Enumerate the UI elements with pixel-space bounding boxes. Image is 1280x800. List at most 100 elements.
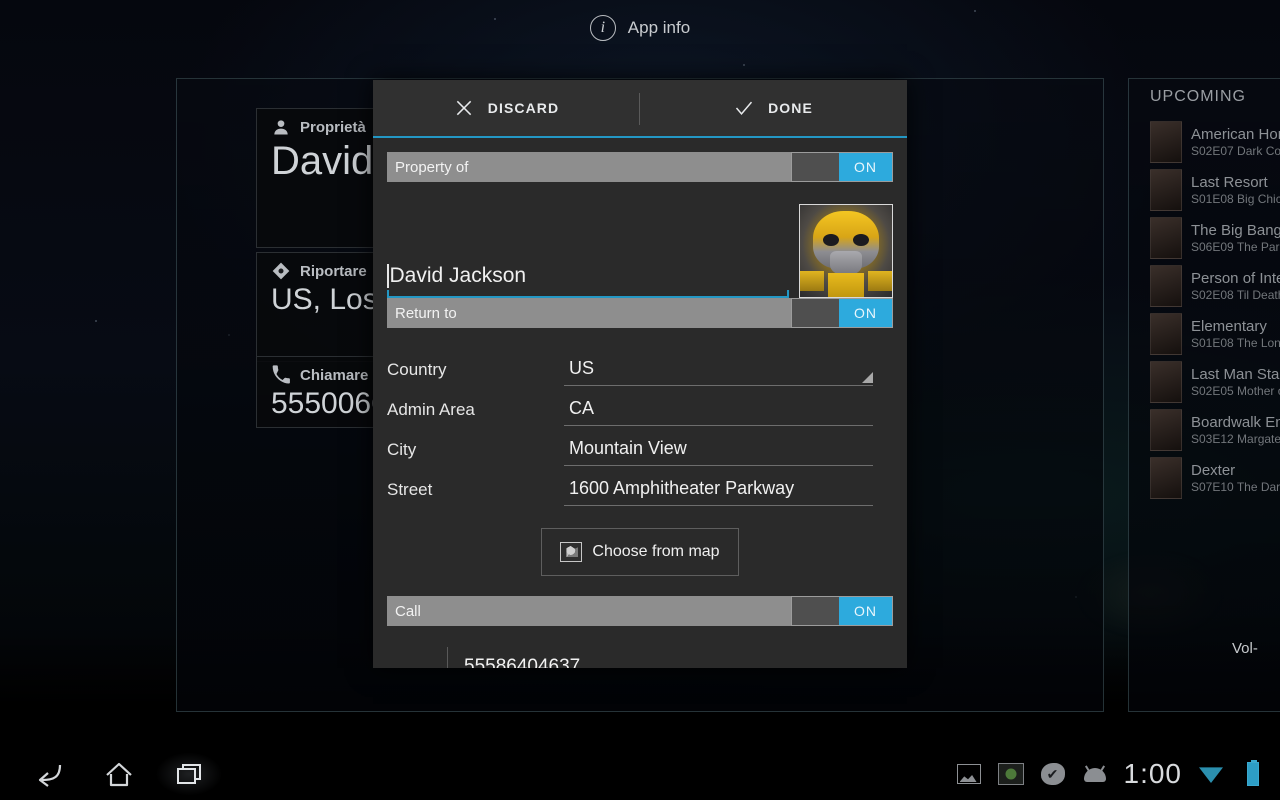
return-to-toggle[interactable]: ON <box>791 298 893 328</box>
person-icon <box>274 120 288 135</box>
system-navigation-bar: ✔ 1:00 <box>0 748 1280 800</box>
toggle-track-off <box>792 597 839 625</box>
phone-input-value: 55586404637 <box>464 656 581 668</box>
admin-area-value: CA <box>569 398 595 418</box>
toggle-state-label: ON <box>839 597 892 625</box>
list-item[interactable]: Last Resort S01E08 Big Chicken Dinner <box>1150 166 1280 214</box>
done-button[interactable]: DONE <box>640 80 907 136</box>
choose-from-map-button[interactable]: Choose from map <box>541 528 739 576</box>
back-arrow-icon <box>38 764 62 787</box>
show-episode: S06E09 The Parking Spot Escalation <box>1191 239 1280 254</box>
field-label: Admin Area <box>387 400 475 419</box>
recents-button[interactable] <box>154 748 224 800</box>
show-name: Dexter <box>1191 461 1236 479</box>
street-value: 1600 Amphitheater Parkway <box>569 478 795 498</box>
phone-icon <box>272 365 290 384</box>
show-name: Boardwalk Empire <box>1191 413 1280 431</box>
show-thumbnail <box>1150 361 1182 403</box>
list-item[interactable]: Person of Interest S02E08 Til Death <box>1150 262 1280 310</box>
show-thumbnail <box>1150 169 1182 211</box>
android-robot-icon[interactable] <box>1082 762 1108 786</box>
close-x-icon <box>456 100 471 116</box>
show-thumbnail <box>1150 217 1182 259</box>
location-icon <box>272 262 290 280</box>
toggle-state-label: ON <box>839 153 892 181</box>
back-button[interactable] <box>14 748 84 800</box>
list-item[interactable]: The Big Bang Theory S06E09 The Parking S… <box>1150 214 1280 262</box>
home-icon <box>106 762 132 787</box>
name-row: David Jackson <box>373 182 907 298</box>
country-input[interactable]: US <box>564 352 873 386</box>
screenshot-icon[interactable] <box>997 762 1024 786</box>
show-episode: S02E07 Dark Cousin <box>1191 143 1280 158</box>
photo-icon[interactable] <box>956 762 982 786</box>
avatar-mouth <box>830 251 862 275</box>
avatar-chest <box>827 273 865 297</box>
bg-box-header-label: Riportare <box>300 262 367 280</box>
show-name: The Big Bang Theory <box>1191 221 1280 239</box>
edit-contact-dialog: DISCARD DONE Property of ON David Jackso… <box>373 80 907 668</box>
list-item[interactable]: Dexter S07E10 The Dark... Whatever <box>1150 454 1280 502</box>
address-row-street: Street 1600 Amphitheater Parkway <box>387 466 893 506</box>
show-thumbnail <box>1150 265 1182 307</box>
address-row-city: City Mountain View <box>387 426 893 466</box>
toggle-track-off <box>792 299 839 327</box>
street-input[interactable]: 1600 Amphitheater Parkway <box>564 472 873 506</box>
show-name: Elementary <box>1191 317 1267 335</box>
dialog-body: Property of ON David Jackson Return to O… <box>373 138 907 668</box>
phone-input[interactable]: 55586404637 <box>447 647 893 668</box>
section-call: Call ON <box>387 596 893 626</box>
city-input[interactable]: Mountain View <box>564 432 873 466</box>
address-row-country: Country US <box>387 346 893 386</box>
volume-label: Vol- <box>1232 640 1258 657</box>
discard-label: DISCARD <box>487 100 560 116</box>
toggle-track-off <box>792 153 839 181</box>
show-episode: S02E08 Til Death <box>1191 287 1280 302</box>
wifi-icon[interactable] <box>1198 762 1224 786</box>
field-label: Country <box>387 360 447 379</box>
list-item[interactable]: Elementary S01E08 The Long Fuse <box>1150 310 1280 358</box>
text-caret <box>387 264 389 288</box>
checkmark-icon <box>735 101 753 115</box>
status-icons: ✔ 1:00 <box>956 758 1280 790</box>
show-name: American Horror Story <box>1191 125 1280 143</box>
check-badge-icon[interactable]: ✔ <box>1040 762 1066 786</box>
address-row-admin-area: Admin Area CA <box>387 386 893 426</box>
name-input[interactable]: David Jackson <box>387 256 789 298</box>
address-fields: Country US Admin Area CA City Mountain V <box>373 328 907 576</box>
avatar-shoulder-left <box>800 271 824 292</box>
chevron-down-icon <box>862 372 873 383</box>
list-item[interactable]: Last Man Standing S02E05 Mother of Inven… <box>1150 358 1280 406</box>
show-name: Last Resort <box>1191 173 1268 191</box>
country-value: US <box>569 358 595 378</box>
show-thumbnail <box>1150 409 1182 451</box>
discard-button[interactable]: DISCARD <box>373 80 640 136</box>
toggle-state-label: ON <box>839 299 892 327</box>
section-label: Property of <box>395 158 469 176</box>
show-episode: S02E05 Mother of Invention <box>1191 383 1280 398</box>
home-button[interactable] <box>84 748 154 800</box>
bg-box-header-label: Chiamare <box>300 366 369 384</box>
list-item[interactable]: Boardwalk Empire S03E12 Margate Sands <box>1150 406 1280 454</box>
choose-from-map-label: Choose from map <box>592 543 720 560</box>
list-item[interactable]: American Horror Story S02E07 Dark Cousin <box>1150 118 1280 166</box>
call-toggle[interactable]: ON <box>791 596 893 626</box>
recents-icon <box>177 764 201 784</box>
upcoming-panel: UPCOMING American Horror Story S02E07 Da… <box>1150 88 1280 502</box>
battery-icon[interactable] <box>1240 760 1266 786</box>
show-episode: S03E12 Margate Sands <box>1191 431 1280 446</box>
show-thumbnail <box>1150 313 1182 355</box>
clock[interactable]: 1:00 <box>1124 758 1183 790</box>
map-icon <box>560 542 583 562</box>
section-return-to: Return to ON <box>387 298 893 328</box>
show-episode: S01E08 Big Chicken Dinner <box>1191 191 1280 206</box>
done-label: DONE <box>768 100 813 116</box>
admin-area-input[interactable]: CA <box>564 392 873 426</box>
property-of-toggle[interactable]: ON <box>791 152 893 182</box>
action-divider <box>639 93 640 125</box>
show-thumbnail <box>1150 121 1182 163</box>
name-input-value: David Jackson <box>389 264 527 287</box>
show-episode: S07E10 The Dark... Whatever <box>1191 479 1280 494</box>
map-button-row: Choose from map <box>387 506 893 576</box>
avatar-image[interactable] <box>799 204 893 298</box>
